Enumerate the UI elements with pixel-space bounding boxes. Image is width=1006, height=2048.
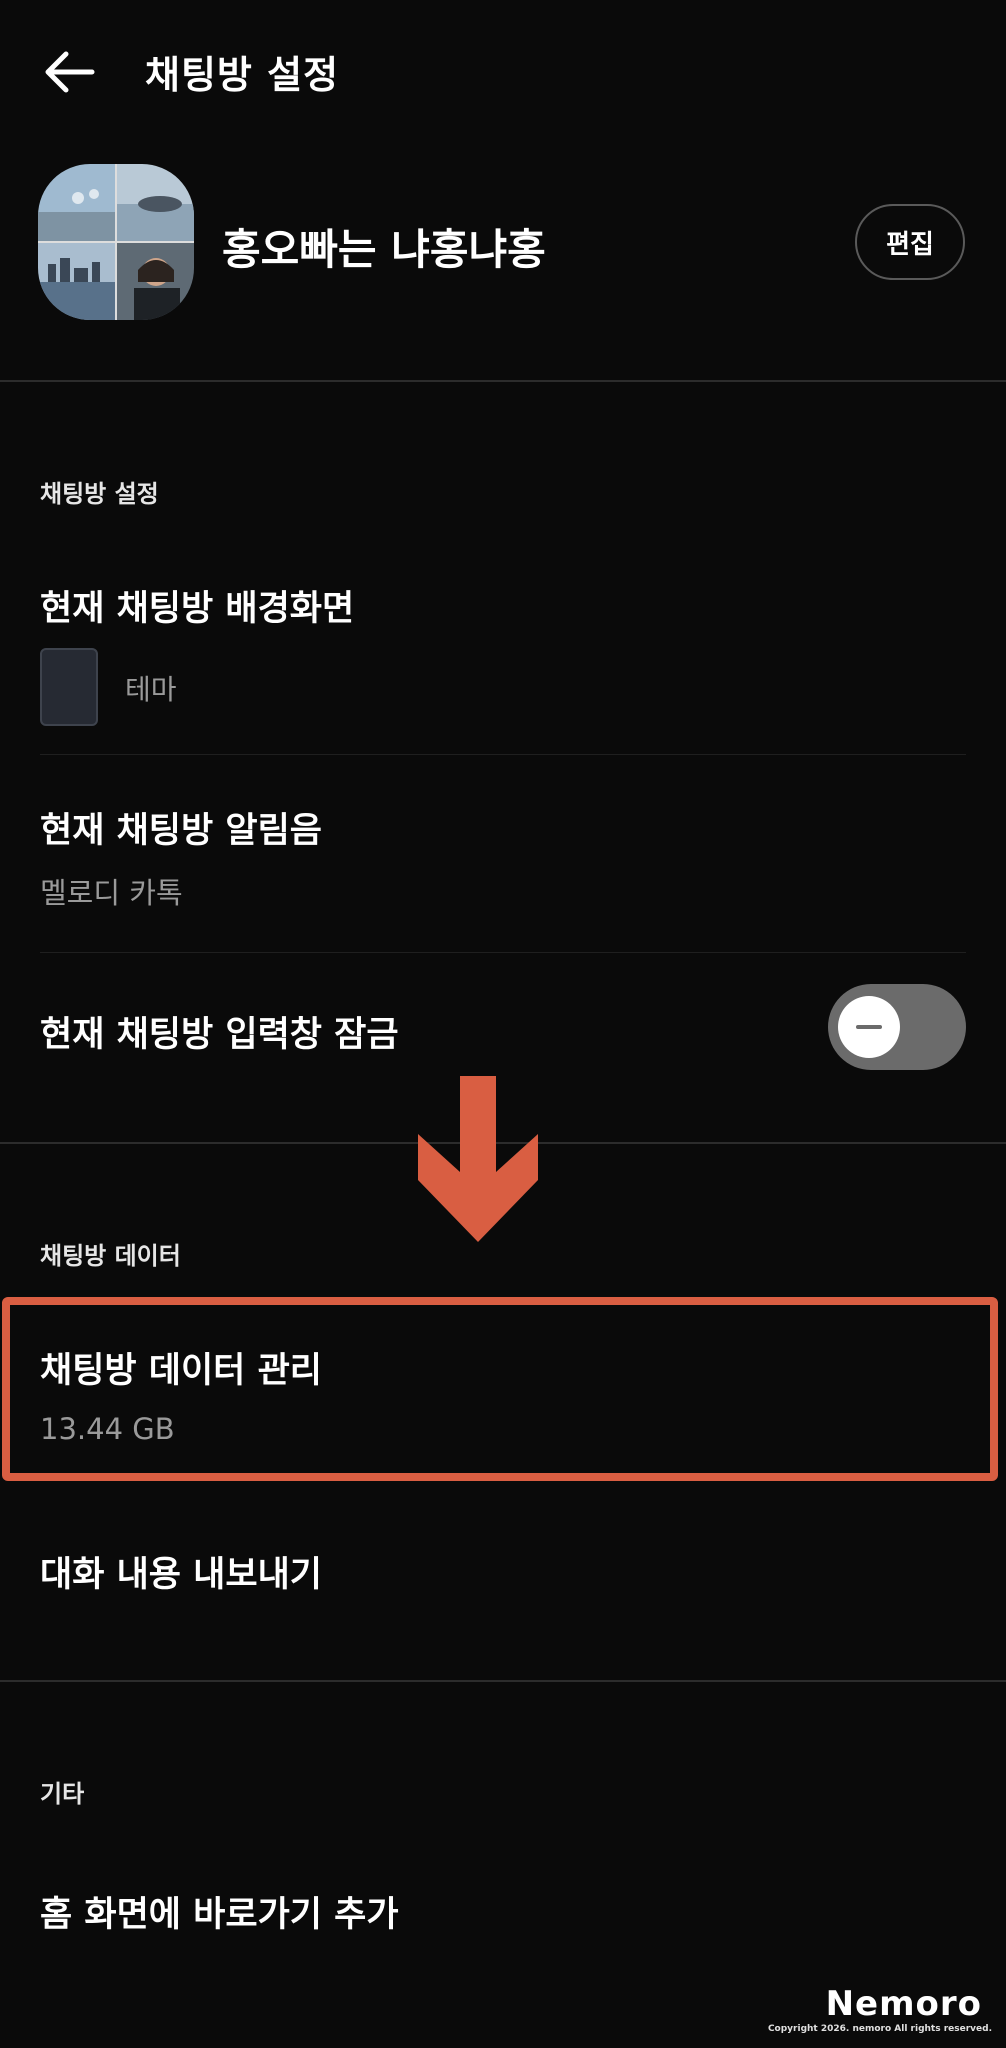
chat-room-name: 홍오빠는 냐홍냐홍 [222,225,546,274]
input-lock-setting-title: 현재 채팅방 입력창 잠금 [40,1015,399,1055]
notification-setting-row[interactable] [0,756,1006,952]
background-setting-value: 테마 [125,673,177,706]
section-divider [0,1680,1006,1682]
background-setting-title: 현재 채팅방 배경화면 [40,589,355,629]
notification-setting-title: 현재 채팅방 알림음 [40,811,322,851]
watermark-copyright: Copyright 2026. nemoro All rights reserv… [767,2024,992,2034]
item-divider [40,952,966,953]
chat-room-profile: 홍오빠는 냐홍냐홍 편집 [0,150,1006,380]
back-button[interactable] [40,42,100,102]
theme-swatch [40,648,98,726]
input-lock-toggle[interactable] [828,984,966,1070]
page-title: 채팅방 설정 [145,53,340,97]
notification-setting-value: 멜로디 카톡 [40,876,183,910]
item-divider [40,754,966,755]
data-manage-title: 채팅방 데이터 관리 [40,1351,322,1391]
section-label-chat-data: 채팅방 데이터 [40,1242,181,1270]
edit-button[interactable]: 편집 [855,204,965,280]
toggle-knob [838,996,900,1058]
chat-room-settings-screen: 채팅방 설정 홍오빠는 냐홍냐홍 편집 채팅방 설정 현재 채팅방 배경화면 테… [0,0,1006,2048]
arrow-down-icon [418,1076,538,1242]
home-shortcut-title: 홈 화면에 바로가기 추가 [40,1895,399,1935]
arrow-left-icon [45,51,95,93]
section-divider [0,380,1006,382]
section-label-other: 기타 [40,1780,85,1808]
app-header: 채팅방 설정 [0,0,1006,140]
watermark-brand: Nemoro [825,1984,982,2024]
section-label-chat-settings: 채팅방 설정 [40,480,159,508]
chat-room-avatar[interactable] [38,164,194,320]
data-manage-size: 13.44 GB [40,1412,175,1446]
export-chat-title: 대화 내용 내보내기 [40,1555,322,1595]
